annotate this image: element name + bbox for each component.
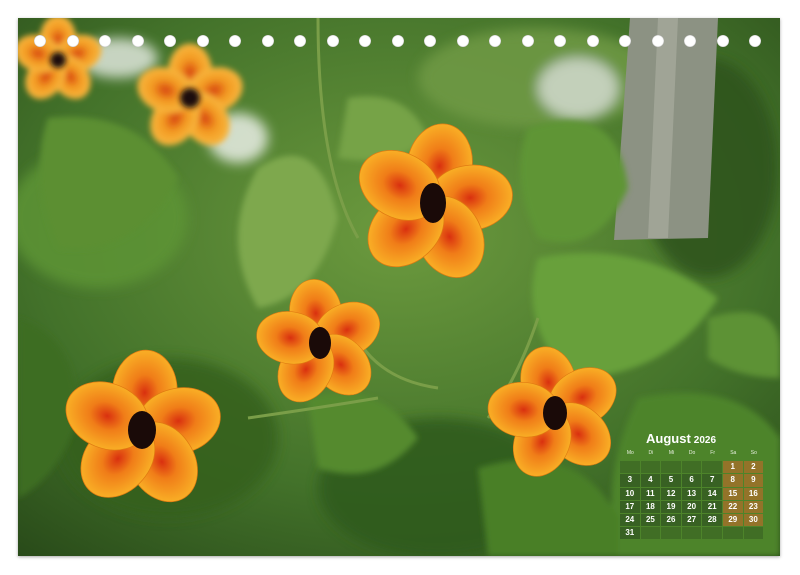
day-cell: 14	[702, 487, 722, 500]
day-cell: 31	[620, 527, 640, 540]
empty-day-cell	[702, 527, 722, 540]
day-cell: 5	[661, 474, 681, 487]
calendar-grid: Mo Di Mi Do Fr Sa So 1 2 3 4 5 6 7 8 9 10 11 12 13 14 15 16 17 1…	[620, 448, 764, 540]
empty-day-cell	[640, 461, 661, 474]
empty-day-cell	[661, 527, 681, 540]
empty-day-cell	[661, 461, 681, 474]
day-cell: 11	[640, 487, 661, 500]
binding-hole-icon	[684, 35, 696, 47]
empty-day-cell	[743, 527, 764, 540]
day-cell: 22	[722, 500, 743, 513]
weekday-header: Mo	[626, 450, 634, 456]
day-cell: 24	[620, 513, 640, 527]
day-cell: 19	[661, 500, 681, 513]
day-cell: 20	[681, 500, 702, 513]
month-name: August	[646, 431, 691, 446]
binding-hole-icon	[229, 35, 241, 47]
empty-day-cell	[702, 461, 722, 474]
binding-hole-icon	[424, 35, 436, 47]
binding-hole-icon	[294, 35, 306, 47]
day-cell: 18	[640, 500, 661, 513]
empty-day-cell	[681, 461, 702, 474]
binding-hole-icon	[554, 35, 566, 47]
weekday-header: Fr	[710, 450, 716, 456]
weekday-header: Di	[648, 450, 654, 456]
binding-hole-icon	[326, 35, 339, 47]
weekday-header: Sa	[730, 450, 737, 456]
day-cell: 16	[743, 487, 764, 500]
binding-hole-icon	[391, 35, 404, 47]
binding-hole-icon	[456, 35, 469, 47]
weekday-header: Mi	[668, 450, 675, 456]
day-cell: 9	[743, 474, 764, 487]
day-cell: 7	[702, 474, 722, 487]
day-cell: 6	[681, 474, 702, 487]
day-cell: 17	[620, 500, 640, 513]
binding-hole-icon	[586, 35, 599, 47]
day-cell: 8	[722, 474, 743, 487]
binding-hole-icon	[619, 35, 631, 47]
empty-day-cell	[640, 527, 661, 540]
binding-hole-icon	[99, 35, 111, 47]
month-title: August 2026	[646, 430, 716, 448]
day-cell: 27	[681, 513, 702, 527]
day-cell: 13	[681, 487, 702, 500]
day-cell: 1	[722, 461, 743, 474]
binding-hole-icon	[261, 35, 274, 47]
day-cell: 29	[722, 513, 743, 527]
binding-hole-icon	[196, 35, 209, 47]
day-cell: 21	[702, 500, 722, 513]
day-cell: 3	[620, 474, 640, 487]
binding-hole-icon	[521, 35, 534, 47]
day-cell: 30	[743, 513, 764, 527]
binding-hole-icon	[489, 35, 501, 47]
day-cell: 26	[661, 513, 681, 527]
year-label: 2026	[693, 435, 717, 446]
empty-day-cell	[722, 527, 743, 540]
binding-hole-icon	[131, 35, 144, 47]
day-cell: 12	[661, 487, 681, 500]
binding-hole-icon	[66, 35, 79, 47]
day-cell: 25	[640, 513, 661, 527]
calendar-page: August 2026 Mo Di Mi Do Fr Sa So 1 2 3 4 5 6 7 8 9 10 11 12…	[18, 18, 780, 556]
empty-day-cell	[620, 461, 640, 474]
day-cell: 15	[722, 487, 743, 500]
binding-hole-icon	[716, 35, 729, 47]
binding-hole-icon	[651, 35, 664, 47]
empty-day-cell	[681, 527, 702, 540]
binding-hole-icon	[359, 35, 371, 47]
weekday-header: So	[750, 450, 757, 456]
binding-hole-icon	[749, 35, 761, 47]
binding-hole-icon	[164, 35, 176, 47]
day-cell: 4	[640, 474, 661, 487]
weekday-header: Do	[688, 450, 696, 456]
day-cell: 10	[620, 487, 640, 500]
day-cell: 28	[702, 513, 722, 527]
day-cell: 23	[743, 500, 764, 513]
day-cell: 2	[743, 461, 764, 474]
binding-hole-icon	[34, 35, 46, 47]
